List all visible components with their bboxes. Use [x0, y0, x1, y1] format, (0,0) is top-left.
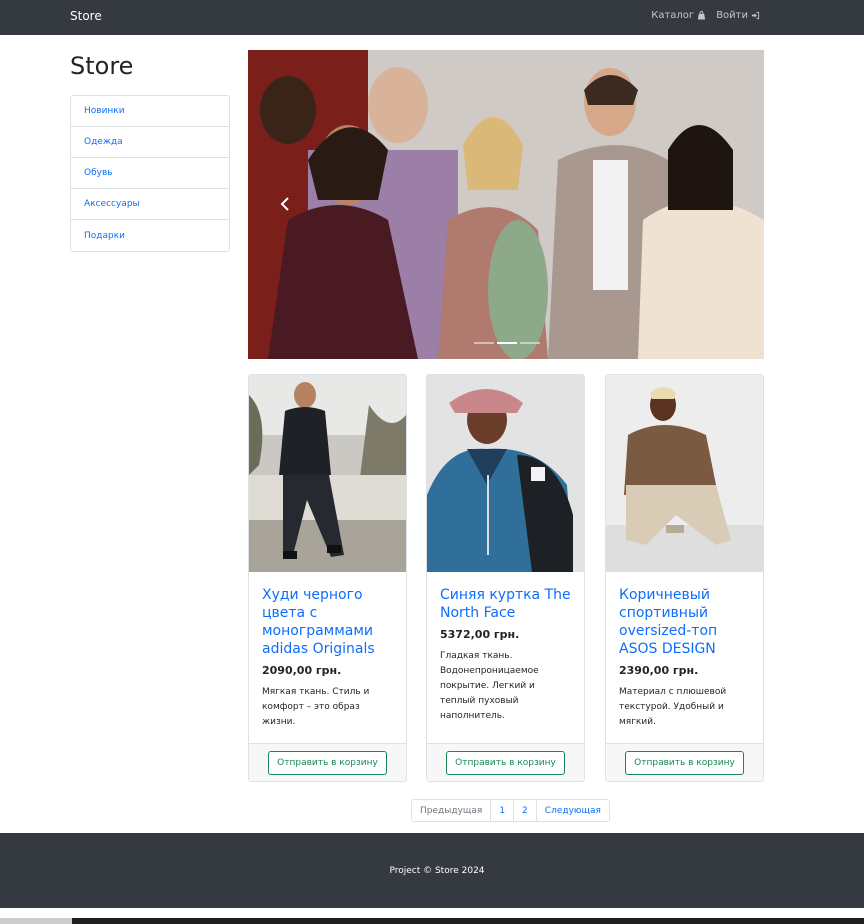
product-price: 5372,00 грн.: [440, 628, 520, 641]
category-item-shoes[interactable]: Обувь: [71, 158, 229, 189]
category-list: Новинки Одежда Обувь Аксессуары Подарки: [70, 95, 230, 252]
product-card-footer: Отправить в корзину: [606, 743, 763, 781]
product-card-body: Худи черного цвета с монограммами adidas…: [249, 572, 406, 743]
add-to-cart-button[interactable]: Отправить в корзину: [625, 751, 744, 775]
carousel-prev-button[interactable]: [278, 196, 292, 212]
page-footer: Project © Store 2024: [0, 833, 864, 908]
navbar-brand[interactable]: Store: [70, 9, 102, 23]
horizontal-scrollbar[interactable]: [0, 918, 864, 924]
login-link[interactable]: Войти: [716, 10, 760, 21]
carousel-slide-image: [248, 50, 764, 359]
product-description: Мягкая ткань. Стиль и комфорт – это обра…: [262, 687, 370, 727]
pagination-page-2[interactable]: 2: [514, 800, 537, 821]
catalog-link-label: Каталог: [651, 10, 695, 21]
product-card-footer: Отправить в корзину: [249, 743, 406, 781]
product-price: 2390,00 грн.: [619, 664, 699, 677]
product-image[interactable]: [427, 375, 584, 572]
pagination: Предыдущая 1 2 Следующая: [411, 799, 610, 822]
product-image[interactable]: [249, 375, 406, 572]
footer-copyright: Project © Store 2024: [389, 865, 485, 876]
sign-in-icon: [751, 11, 760, 20]
carousel-indicator-2[interactable]: [497, 342, 517, 344]
top-navbar: Store Каталог Войти: [0, 0, 864, 35]
product-card-footer: Отправить в корзину: [427, 743, 584, 781]
carousel-indicators: [474, 342, 540, 344]
page-title: Store: [70, 52, 134, 80]
pagination-prev[interactable]: Предыдущая: [412, 800, 492, 821]
carousel-indicator-1[interactable]: [474, 342, 494, 344]
navbar-links: Каталог Войти: [651, 10, 760, 21]
product-card: Синяя куртка The North Face 5372,00 грн.…: [426, 374, 585, 782]
shopping-bag-icon: [698, 11, 706, 20]
hero-carousel[interactable]: [248, 50, 764, 359]
carousel-indicator-3[interactable]: [520, 342, 540, 344]
product-title[interactable]: Худи черного цвета с монограммами adidas…: [262, 586, 393, 658]
product-card: Коричневый спортивный oversized-топ ASOS…: [605, 374, 764, 782]
add-to-cart-button[interactable]: Отправить в корзину: [268, 751, 387, 775]
product-photo-jacket: [427, 375, 584, 572]
pagination-page-1[interactable]: 1: [491, 800, 515, 821]
product-image[interactable]: [606, 375, 763, 572]
product-photo-top: [606, 375, 763, 572]
product-description: Гладкая ткань. Водонепроницаемое покрыти…: [440, 651, 539, 721]
catalog-link[interactable]: Каталог: [651, 10, 706, 21]
category-item-new[interactable]: Новинки: [71, 96, 229, 127]
category-item-gifts[interactable]: Подарки: [71, 220, 229, 251]
product-photo-hoodie: [249, 375, 406, 572]
product-title[interactable]: Синяя куртка The North Face: [440, 586, 571, 622]
category-item-accessories[interactable]: Аксессуары: [71, 189, 229, 220]
product-card: Худи черного цвета с монограммами adidas…: [248, 374, 407, 782]
product-card-body: Синяя куртка The North Face 5372,00 грн.…: [427, 572, 584, 743]
scrollbar-thumb[interactable]: [0, 918, 72, 924]
add-to-cart-button[interactable]: Отправить в корзину: [446, 751, 565, 775]
chevron-left-icon: [280, 197, 289, 211]
product-card-body: Коричневый спортивный oversized-топ ASOS…: [606, 572, 763, 743]
login-link-label: Войти: [716, 10, 748, 21]
pagination-next[interactable]: Следующая: [536, 800, 609, 821]
product-price: 2090,00 грн.: [262, 664, 342, 677]
product-title[interactable]: Коричневый спортивный oversized-топ ASOS…: [619, 586, 750, 658]
category-item-clothes[interactable]: Одежда: [71, 127, 229, 158]
product-description: Материал с плюшевой текстурой. Удобный и…: [619, 687, 727, 727]
